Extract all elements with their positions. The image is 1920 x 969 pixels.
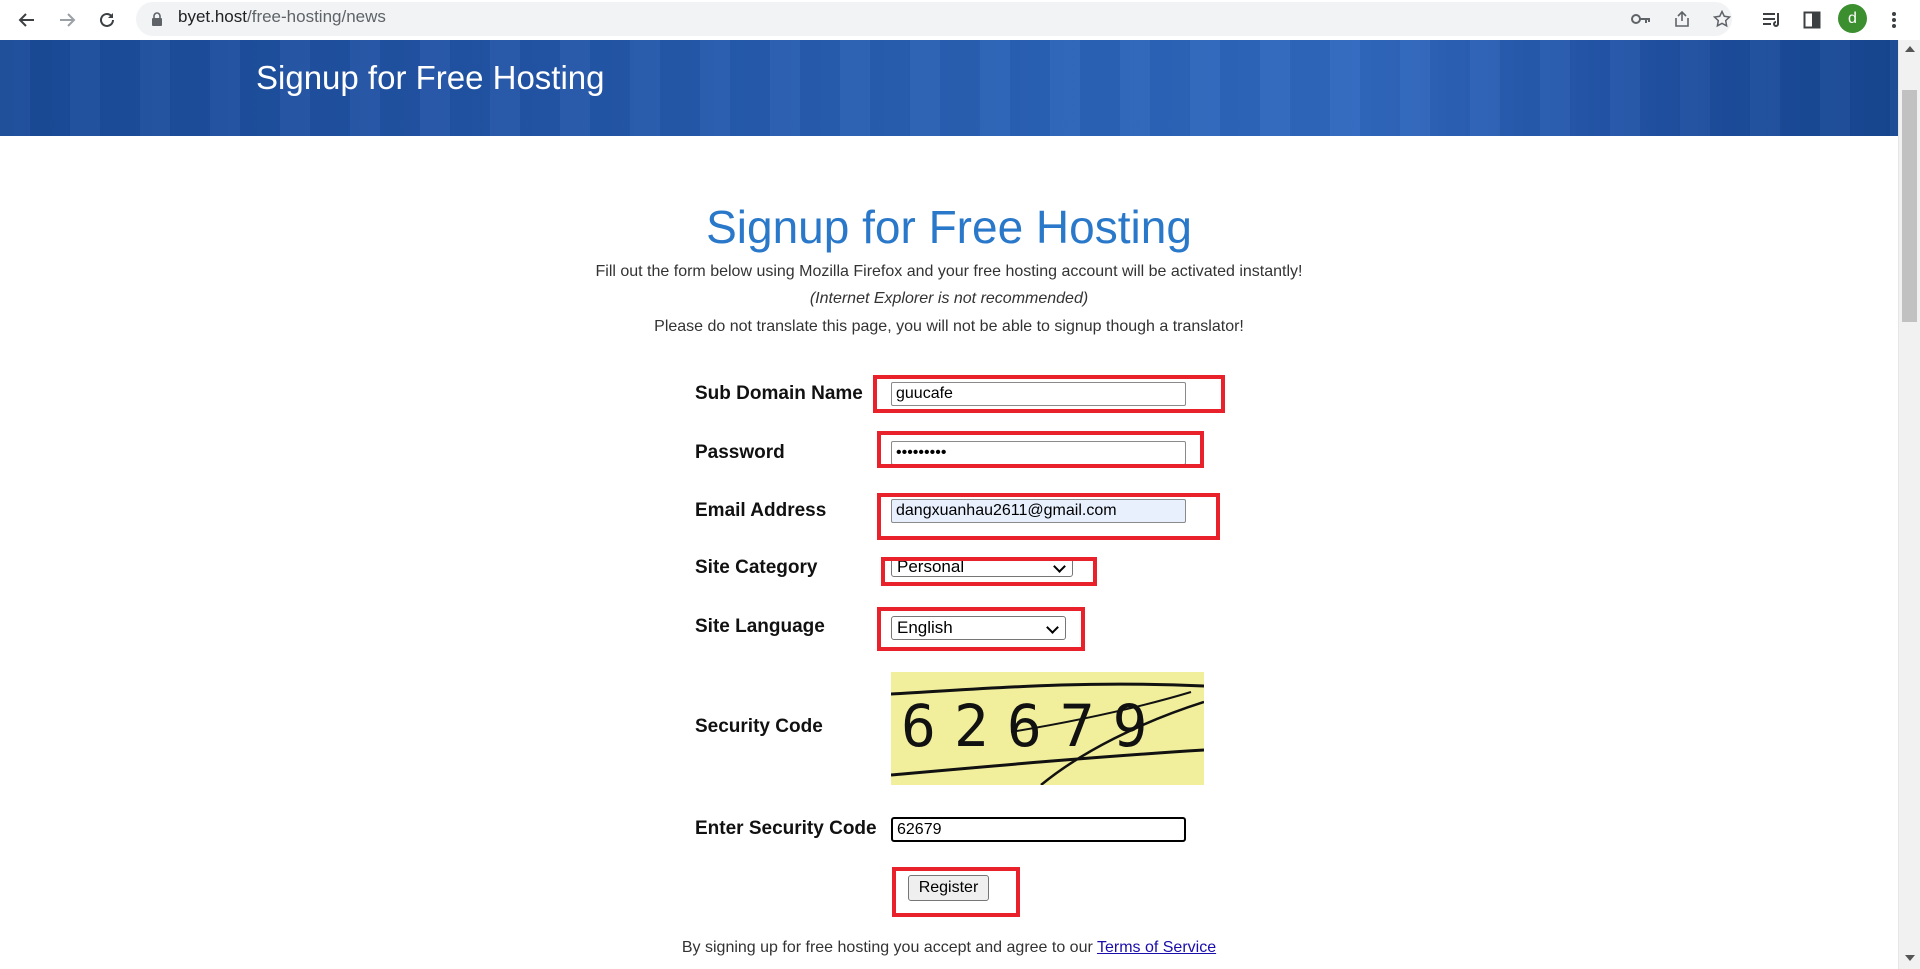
key-icon[interactable]	[1630, 8, 1652, 30]
subdomain-label: Sub Domain Name	[695, 383, 863, 404]
scroll-thumb[interactable]	[1902, 90, 1917, 322]
site-language-label: Site Language	[695, 616, 825, 637]
subdomain-highlight	[873, 375, 1225, 413]
lock-icon[interactable]	[146, 8, 168, 30]
profile-avatar[interactable]: d	[1838, 4, 1867, 33]
bookmark-star-icon[interactable]	[1711, 8, 1733, 30]
captcha-text: 62679	[901, 692, 1166, 760]
translate-warning-text: Please do not translate this page, you w…	[654, 318, 1244, 335]
page-scrollbar[interactable]	[1898, 40, 1920, 969]
security-code-label: Security Code	[695, 716, 823, 737]
captcha-image: 62679	[891, 672, 1204, 785]
email-highlight	[877, 493, 1220, 540]
email-label: Email Address	[695, 500, 827, 521]
register-highlight	[892, 867, 1020, 917]
forward-button[interactable]	[51, 4, 83, 36]
password-highlight	[877, 431, 1204, 468]
intro-text: Fill out the form below using Mozilla Fi…	[595, 263, 1303, 280]
back-button[interactable]	[11, 4, 43, 36]
back-arrow-icon	[18, 13, 34, 27]
scroll-down-arrow-icon[interactable]	[1905, 955, 1915, 961]
url-path: /free-hosting/news	[247, 7, 386, 26]
media-queue-icon[interactable]	[1758, 6, 1786, 34]
url-text[interactable]: byet.host/free-hosting/news	[178, 7, 386, 27]
page-heading: Signup for Free Hosting	[706, 201, 1192, 253]
share-icon[interactable]	[1671, 8, 1693, 30]
reload-button[interactable]	[91, 4, 123, 36]
forward-arrow-icon	[60, 13, 76, 27]
security-code-input[interactable]	[891, 817, 1186, 842]
enter-security-code-label: Enter Security Code	[695, 818, 877, 839]
banner-title: Signup for Free Hosting	[256, 59, 605, 96]
site-category-label: Site Category	[695, 557, 818, 578]
terms-of-service-link[interactable]: Terms of Service	[1097, 939, 1216, 956]
terms-notice: By signing up for free hosting you accep…	[0, 939, 1898, 957]
url-host: byet.host	[178, 7, 247, 26]
ie-warning-text: (Internet Explorer is not recommended)	[809, 290, 1089, 307]
browser-toolbar: byet.host/free-hosting/news d	[0, 0, 1920, 40]
scroll-up-arrow-icon[interactable]	[1905, 46, 1915, 52]
site-banner: Signup for Free Hosting	[0, 40, 1898, 136]
terms-prefix: By signing up for free hosting you accep…	[681, 939, 1097, 956]
site-language-highlight	[877, 607, 1085, 651]
side-panel-icon[interactable]	[1798, 6, 1826, 34]
password-label: Password	[695, 442, 785, 463]
site-category-highlight	[881, 557, 1097, 586]
menu-kebab-icon[interactable]	[1880, 6, 1908, 34]
reload-icon	[100, 12, 114, 27]
